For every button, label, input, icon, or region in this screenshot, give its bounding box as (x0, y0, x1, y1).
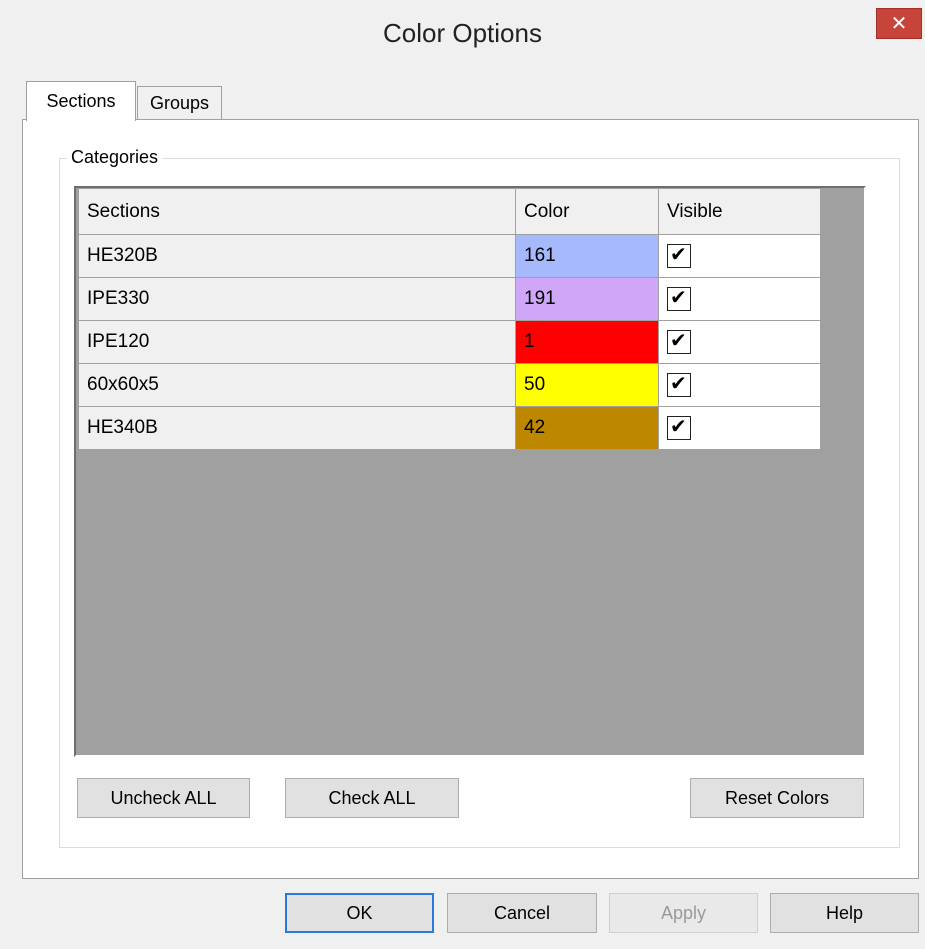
column-header-color[interactable]: Color (515, 188, 659, 235)
tab-panel-sections: Categories Sections Color Visible HE320B… (22, 119, 919, 879)
visible-checkbox[interactable] (667, 414, 691, 440)
reset-colors-button[interactable]: Reset Colors (690, 778, 864, 818)
column-header-visible[interactable]: Visible (658, 188, 821, 235)
visible-cell (658, 406, 821, 450)
close-icon[interactable]: ✕ (876, 8, 922, 39)
visible-checkbox[interactable] (667, 285, 691, 311)
uncheck-all-button[interactable]: Uncheck ALL (77, 778, 250, 818)
section-name-cell[interactable]: IPE330 (78, 277, 516, 321)
cancel-button[interactable]: Cancel (447, 893, 597, 933)
apply-button[interactable]: Apply (609, 893, 758, 933)
visible-cell (658, 277, 821, 321)
table-row: HE320B 161 (78, 234, 821, 278)
visible-cell (658, 363, 821, 407)
visible-cell (658, 320, 821, 364)
sections-table: Sections Color Visible HE320B161IPE33019… (78, 188, 821, 450)
color-cell[interactable]: 161 (515, 234, 659, 278)
section-name-cell[interactable]: IPE120 (78, 320, 516, 364)
visible-cell (658, 234, 821, 278)
categories-grid: Sections Color Visible HE320B161IPE33019… (74, 186, 866, 757)
table-row: HE340B 42 (78, 406, 821, 450)
visible-checkbox[interactable] (667, 328, 691, 354)
table-row: 60x60x5 50 (78, 363, 821, 407)
color-cell[interactable]: 50 (515, 363, 659, 407)
color-cell[interactable]: 1 (515, 320, 659, 364)
table-row: IPE120 1 (78, 320, 821, 364)
tab-sections[interactable]: Sections (26, 81, 136, 121)
section-name-cell[interactable]: HE320B (78, 234, 516, 278)
categories-label: Categories (67, 147, 163, 168)
color-options-dialog: Color Options ✕ Sections Groups Categori… (0, 0, 925, 949)
ok-button[interactable]: OK (285, 893, 434, 933)
title-bar: Color Options ✕ (0, 0, 925, 64)
window-title: Color Options (383, 18, 542, 48)
color-cell[interactable]: 42 (515, 406, 659, 450)
table-row: IPE330 191 (78, 277, 821, 321)
help-button[interactable]: Help (770, 893, 919, 933)
visible-checkbox[interactable] (667, 371, 691, 397)
color-cell[interactable]: 191 (515, 277, 659, 321)
tab-groups[interactable]: Groups (137, 86, 222, 119)
check-all-button[interactable]: Check ALL (285, 778, 459, 818)
visible-checkbox[interactable] (667, 242, 691, 268)
table-header-row: Sections Color Visible (78, 188, 821, 235)
section-name-cell[interactable]: 60x60x5 (78, 363, 516, 407)
table-body: HE320B161IPE330191IPE120160x60x550HE340B… (78, 234, 821, 450)
column-header-sections[interactable]: Sections (78, 188, 516, 235)
section-name-cell[interactable]: HE340B (78, 406, 516, 450)
